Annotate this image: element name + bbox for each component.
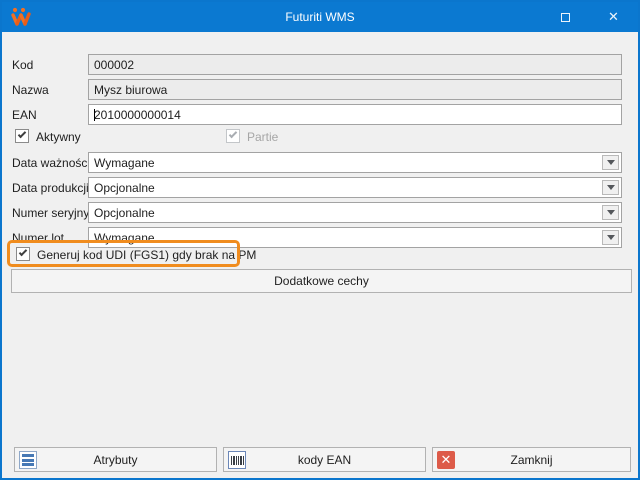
numer-lot-dropdown[interactable]: Wymagane	[88, 227, 622, 248]
kody-ean-button[interactable]: kody EAN	[223, 447, 426, 472]
ean-label: EAN	[12, 108, 37, 122]
chevron-down-icon[interactable]	[602, 205, 619, 220]
close-red-icon: ✕	[437, 451, 455, 469]
chevron-down-icon[interactable]	[602, 155, 619, 170]
kod-field[interactable]: 000002	[88, 54, 622, 75]
zamknij-button[interactable]: ✕ Zamknij	[432, 447, 631, 472]
nazwa-label: Nazwa	[12, 83, 49, 97]
udi-checkbox[interactable]	[16, 247, 30, 261]
numer-lot-label: Numer lot	[12, 231, 64, 245]
aktywny-checkbox[interactable]	[15, 129, 29, 143]
app-window: Futuriti WMS ✕ Kod 000002 Nazwa Mysz biu…	[0, 0, 640, 480]
aktywny-label: Aktywny	[36, 130, 81, 144]
numer-seryjny-label: Numer seryjny	[12, 206, 89, 220]
kod-label: Kod	[12, 58, 33, 72]
numer-seryjny-value: Opcjonalne	[94, 206, 155, 220]
chevron-down-icon[interactable]	[602, 180, 619, 195]
maximize-button[interactable]	[543, 2, 588, 32]
check-icon	[229, 130, 237, 138]
close-button[interactable]: ✕	[591, 2, 636, 32]
chevron-down-icon[interactable]	[602, 230, 619, 245]
ean-field[interactable]: 2010000000014	[88, 104, 622, 125]
atrybuty-button[interactable]: Atrybuty	[14, 447, 217, 472]
list-icon	[19, 451, 37, 469]
numer-lot-value: Wymagane	[94, 231, 155, 245]
dodatkowe-cechy-button[interactable]: Dodatkowe cechy	[11, 269, 632, 293]
barcode-icon	[228, 451, 246, 469]
partie-label: Partie	[247, 130, 278, 144]
zamknij-button-label: Zamknij	[510, 453, 552, 467]
data-waznosci-label: Data ważności	[12, 156, 90, 170]
udi-label: Generuj kod UDI (FGS1) gdy brak na PM	[37, 248, 256, 262]
numer-seryjny-dropdown[interactable]: Opcjonalne	[88, 202, 622, 223]
title-bar[interactable]: Futuriti WMS ✕	[2, 2, 638, 32]
data-waznosci-dropdown[interactable]: Wymagane	[88, 152, 622, 173]
atrybuty-button-label: Atrybuty	[93, 453, 137, 467]
data-waznosci-value: Wymagane	[94, 156, 155, 170]
data-produkcji-label: Data produkcji	[12, 181, 89, 195]
check-icon	[19, 248, 27, 256]
maximize-icon	[561, 13, 570, 22]
data-produkcji-value: Opcjonalne	[94, 181, 155, 195]
ean-value: 2010000000014	[94, 108, 181, 122]
partie-checkbox	[226, 129, 240, 143]
kody-ean-button-label: kody EAN	[298, 453, 351, 467]
data-produkcji-dropdown[interactable]: Opcjonalne	[88, 177, 622, 198]
check-icon	[18, 130, 26, 138]
nazwa-field[interactable]: Mysz biurowa	[88, 79, 622, 100]
